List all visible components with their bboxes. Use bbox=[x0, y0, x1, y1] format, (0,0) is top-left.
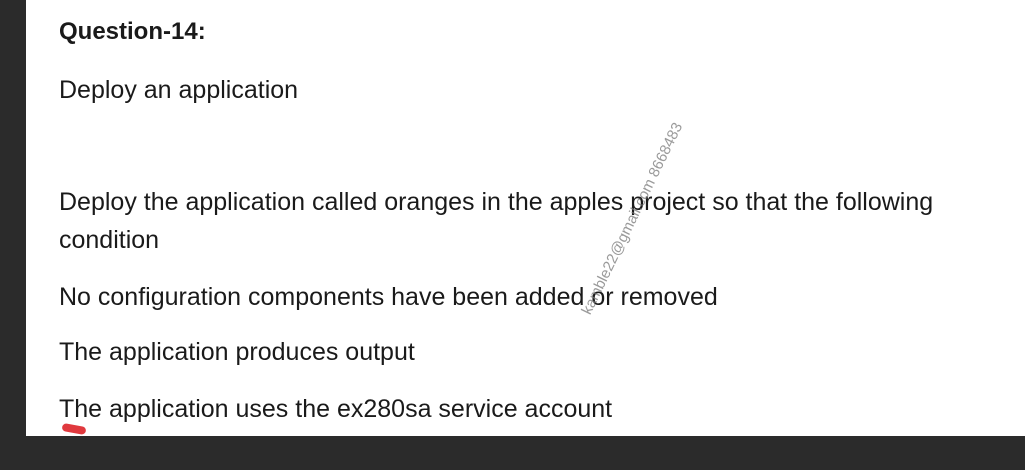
body-line-2: condition bbox=[59, 226, 160, 254]
left-frame bbox=[0, 0, 26, 436]
red-pen-mark bbox=[61, 422, 87, 436]
body-line-3: No configuration components have been ad… bbox=[59, 283, 718, 311]
question-subtitle: Deploy an application bbox=[59, 76, 299, 104]
bottom-frame bbox=[0, 436, 1025, 470]
document-page: Question-14: Deploy an application Deplo… bbox=[26, 0, 1025, 436]
body-line-5: The application uses the ex280sa service… bbox=[59, 395, 613, 423]
question-heading: Question-14: bbox=[59, 18, 206, 45]
body-line-1: Deploy the application called oranges in… bbox=[59, 188, 934, 216]
body-line-4: The application produces output bbox=[59, 338, 415, 366]
